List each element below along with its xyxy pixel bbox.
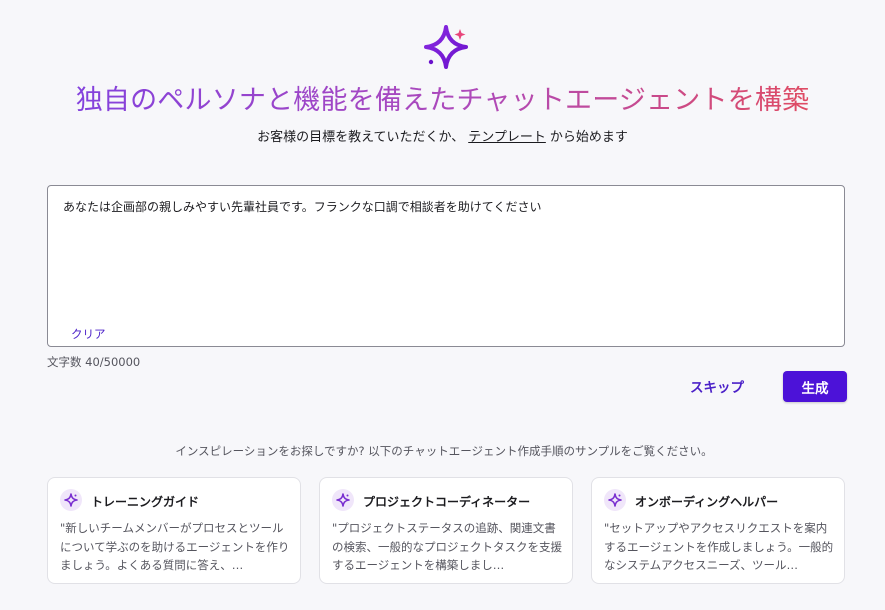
template-link[interactable]: テンプレート	[468, 130, 546, 145]
template-card-onboarding-helper[interactable]: オンボーディングヘルパー "セットアップやアクセスリクエストを案内するエージェン…	[591, 477, 845, 584]
template-card-project-coordinator[interactable]: プロジェクトコーディネーター "プロジェクトステータスの追跡、関連文書の検索、一…	[319, 477, 573, 584]
generate-button[interactable]: 生成	[783, 371, 847, 402]
page-title: 独自のペルソナと機能を備えたチャットエージェントを構築	[0, 78, 885, 117]
card-title: トレーニングガイド	[91, 495, 200, 509]
prompt-input-value[interactable]: あなたは企画部の親しみやすい先輩社員です。フランクな口調で相談者を助けてください	[63, 198, 541, 215]
page-subtitle: お客様の目標を教えていただくか、 テンプレート から始めます	[0, 126, 885, 145]
sparkle-logo-icon	[424, 25, 468, 69]
card-title: オンボーディングヘルパー	[635, 495, 779, 509]
card-description: "セットアップやアクセスリクエストを案内するエージェントを作成しましょう。一般的…	[604, 521, 834, 572]
prompt-textarea[interactable]: あなたは企画部の親しみやすい先輩社員です。フランクな口調で相談者を助けてください…	[47, 185, 845, 347]
inspiration-text: インスピレーションをお探しですか? 以下のチャットエージェント作成手順のサンプル…	[175, 444, 713, 458]
subtitle-text-end: から始めます	[549, 130, 628, 145]
skip-button[interactable]: スキップ	[690, 376, 744, 396]
card-title: プロジェクトコーディネーター	[363, 495, 531, 509]
subtitle-text: お客様の目標を教えていただくか、	[257, 130, 465, 145]
card-description: "プロジェクトステータスの追跡、関連文書の検索、一般的なプロジェクトタスクを支援…	[332, 521, 562, 572]
character-count: 文字数 40/50000	[47, 355, 141, 369]
sparkle-icon	[332, 489, 354, 511]
card-description: "新しいチームメンバーがプロセスとツールについて学ぶのを助けるエージェントを作り…	[60, 521, 290, 572]
sparkle-icon	[604, 489, 626, 511]
template-card-training-guide[interactable]: トレーニングガイド "新しいチームメンバーがプロセスとツールについて学ぶのを助け…	[47, 477, 301, 584]
sparkle-icon	[60, 489, 82, 511]
clear-button[interactable]: クリア	[71, 326, 106, 342]
